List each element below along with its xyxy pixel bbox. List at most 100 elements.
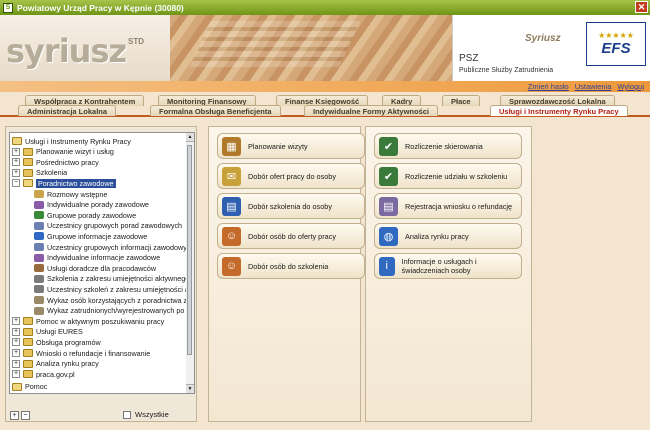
efs-logo: ★★★★★ EFS	[586, 22, 646, 66]
folder-icon	[23, 158, 33, 167]
action-button-label: Dobór osób do oferty pracy	[248, 231, 337, 241]
person-info-icon: i	[379, 256, 395, 276]
action-button[interactable]: ☺ Dobór osób do oferty pracy	[217, 223, 365, 249]
tree-leaf[interactable]: Uczestnicy szkoleń z zakresu umiejętnośc…	[34, 284, 188, 294]
tree-leaf[interactable]: Indywidualne porady zawodowe	[34, 200, 149, 210]
tree-item-label: Grupowe informacje zawodowe	[47, 231, 148, 241]
expand-icon[interactable]: +	[12, 338, 20, 347]
close-button[interactable]: ✕	[635, 1, 648, 13]
action-button[interactable]: ▤ Dobór szkolenia do osoby	[217, 193, 365, 219]
tree-leaf[interactable]: Indywidualne informacje zawodowe	[34, 253, 160, 263]
tree-item-label: Usługi EURES	[36, 327, 83, 337]
tree-folder[interactable]: + praca.gov.pl	[12, 369, 75, 379]
folder-icon	[23, 147, 33, 156]
folder-icon	[23, 359, 33, 368]
action-button[interactable]: ▦ Planowanie wizyty	[217, 133, 365, 159]
tree-leaf[interactable]: Uczestnicy grupowych informacji zawodowy…	[34, 242, 188, 252]
tree-leaf[interactable]: Szkolenia z zakresu umiejętności aktywne…	[34, 274, 188, 284]
scroll-down-icon[interactable]: ▼	[186, 384, 194, 393]
expand-icon[interactable]: +	[12, 317, 20, 326]
offers-icon: ✉	[222, 166, 241, 186]
settings-link[interactable]: Ustawienia	[575, 82, 612, 91]
logo-edition: STD	[128, 37, 144, 46]
person-check-icon: ✔	[379, 166, 398, 186]
module-icon	[34, 306, 44, 315]
banner-photo	[170, 15, 452, 81]
action-button-label: Planowanie wizyty	[248, 141, 308, 151]
tab-place[interactable]: Płace	[442, 95, 480, 106]
action-button[interactable]: ✉ Dobór ofert pracy do osoby	[217, 163, 365, 189]
module-icon	[34, 211, 44, 220]
expand-all-button[interactable]: +	[10, 411, 19, 420]
tree-footer: + −	[10, 411, 30, 420]
tree-leaf[interactable]: Wykaz osób korzystających z poradnictwa …	[34, 295, 188, 305]
tree-folder[interactable]: + Planowanie wizyt i usług	[12, 147, 114, 157]
action-button[interactable]: i Informacje o usługach i świadczeniach o…	[374, 253, 522, 279]
tree-folder[interactable]: + Analiza rynku pracy	[12, 359, 99, 369]
expand-icon[interactable]: +	[12, 168, 20, 177]
collapse-icon[interactable]: −	[12, 179, 20, 188]
expand-icon[interactable]: +	[12, 370, 20, 379]
expand-icon[interactable]: +	[12, 158, 20, 167]
tree-item-label: Poradnictwo zawodowe	[36, 178, 116, 188]
person-offer-icon: ☺	[222, 226, 241, 246]
tree-leaf[interactable]: Rozmowy wstępne	[34, 189, 107, 199]
change-password-link[interactable]: Zmień hasło	[528, 82, 569, 91]
keyboard-graphic	[189, 21, 361, 67]
tree-item-label: Rozmowy wstępne	[47, 189, 108, 199]
tree-folder[interactable]: + Pośrednictwo pracy	[12, 157, 99, 167]
tree-leaf[interactable]: Usługi doradcze dla pracodawców	[34, 263, 156, 273]
tree-folder[interactable]: + Obsługa programów	[12, 337, 101, 347]
tab-formalna-obsluga[interactable]: Formalna Obsługa Beneficjenta	[150, 105, 281, 116]
tree-root[interactable]: Usługi i Instrumenty Rynku Pracy	[12, 136, 131, 146]
module-icon	[34, 221, 44, 230]
psz-zone: Syriusz PSZ Publiczne Służby Zatrudnieni…	[452, 15, 650, 81]
checkbox-icon[interactable]	[123, 410, 131, 419]
collapse-all-button[interactable]: −	[21, 411, 30, 420]
expand-icon[interactable]: +	[12, 359, 20, 368]
expand-icon[interactable]: +	[12, 147, 20, 156]
tree-folder[interactable]: + Szkolenia	[12, 168, 67, 178]
psz-title: PSZ	[459, 53, 479, 64]
module-tabs: Współpraca z Kontrahentem Monitoring Fin…	[0, 92, 650, 117]
expand-icon[interactable]: +	[12, 327, 20, 336]
tree-item-label: Indywidualne informacje zawodowe	[47, 253, 161, 263]
action-button[interactable]: ◍ Analiza rynku pracy	[374, 223, 522, 249]
tree-folder[interactable]: + Pomoc w aktywnym poszukiwaniu pracy	[12, 316, 164, 326]
action-button[interactable]: ☺ Dobór osób do szkolenia	[217, 253, 365, 279]
action-button-label: Dobór osób do szkolenia	[248, 261, 329, 271]
module-icon	[34, 200, 44, 209]
tree-item-label: Wnioski o refundacje i finansowanie	[36, 348, 151, 358]
module-icon	[34, 190, 44, 198]
tree-folder[interactable]: − Poradnictwo zawodowe	[12, 178, 116, 188]
folder-open-icon	[12, 137, 22, 145]
window-title: Powiatowy Urząd Pracy w Kępnie (30080)	[17, 2, 184, 13]
tree-leaf[interactable]: Grupowe porady zawodowe	[34, 210, 136, 220]
tree-item-label: Wykaz zatrudnionych/wyrejestrowanych po …	[47, 306, 188, 316]
tree-leaf[interactable]: Wykaz zatrudnionych/wyrejestrowanych po …	[34, 306, 188, 316]
banner: syriusz STD Syriusz PSZ Publiczne Służby…	[0, 15, 650, 81]
folder-icon	[23, 327, 33, 336]
module-icon	[34, 296, 44, 304]
action-button[interactable]: ▤ Rejestracja wniosku o refundację	[374, 193, 522, 219]
psz-subtitle: Publiczne Służby Zatrudnienia	[459, 67, 554, 74]
tree-leaf[interactable]: Grupowe informacje zawodowe	[34, 231, 147, 241]
action-button[interactable]: ✔ Rozliczenie skierowania	[374, 133, 522, 159]
logout-link[interactable]: Wyloguj	[617, 82, 644, 91]
scroll-up-icon[interactable]: ▲	[186, 133, 194, 142]
tab-administracja[interactable]: Administracja Lokalna	[18, 105, 117, 116]
tree-folder[interactable]: + Wnioski o refundacje i finansowanie	[12, 348, 150, 358]
tab-indywidualne-formy[interactable]: Indywidualne Formy Aktywności	[304, 105, 438, 116]
scroll-thumb[interactable]	[187, 145, 192, 355]
tree-folder[interactable]: + Usługi EURES	[12, 327, 83, 337]
tree-item-label: Analiza rynku pracy	[36, 359, 99, 369]
tree-leaf[interactable]: Uczestnicy grupowych porad zawodowych	[34, 221, 182, 231]
all-checkbox[interactable]: Wszystkie	[123, 410, 169, 419]
tree-root-pomoc[interactable]: Pomoc	[12, 382, 47, 392]
document-icon: ▤	[379, 196, 398, 216]
action-button[interactable]: ✔ Rozliczenie udziału w szkoleniu	[374, 163, 522, 189]
efs-text: EFS	[601, 39, 631, 57]
expand-icon[interactable]: +	[12, 349, 20, 357]
tab-uslugi-instrumenty[interactable]: Usługi i Instrumenty Rynku Pracy	[490, 105, 628, 116]
tree-scrollbar[interactable]: ▲ ▼	[186, 132, 195, 394]
